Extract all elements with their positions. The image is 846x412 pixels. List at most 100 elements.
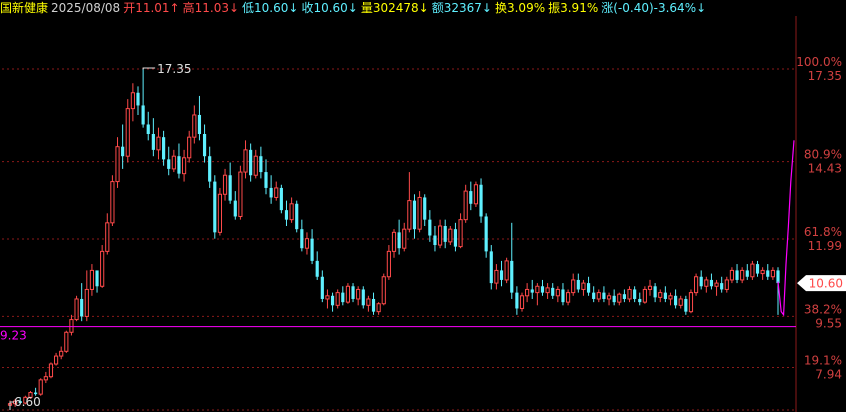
- candle-body: [69, 319, 74, 333]
- candle-body: [130, 92, 135, 110]
- candle-body: [335, 292, 340, 306]
- candle-body: [515, 292, 519, 309]
- candle-body: [755, 264, 760, 274]
- candle-body: [684, 298, 688, 312]
- candle-body: [295, 203, 299, 230]
- candle-body: [371, 298, 376, 312]
- candle-body: [565, 292, 571, 303]
- candle-body: [519, 295, 525, 309]
- candle-body: [633, 289, 637, 299]
- candle-body: [381, 276, 386, 305]
- candle-body: [402, 228, 407, 249]
- candle-body: [571, 279, 576, 294]
- candle-body: [714, 282, 719, 287]
- axis-price-label: 9.55: [815, 316, 842, 330]
- candle-body: [540, 286, 545, 293]
- candle-body: [688, 292, 694, 313]
- candle-body: [213, 181, 217, 233]
- candle-body: [228, 175, 232, 201]
- candle-body: [325, 295, 330, 300]
- candle-body: [417, 196, 422, 230]
- candle-body: [642, 288, 647, 303]
- candle-body: [304, 238, 310, 249]
- candle-body: [494, 269, 499, 284]
- candle-body: [453, 229, 458, 247]
- candle-body: [105, 222, 110, 252]
- candle-body: [469, 191, 473, 204]
- candle-body: [555, 288, 560, 297]
- candle-body: [740, 269, 745, 281]
- axis-pct-label: 80.9%: [804, 148, 842, 162]
- axis-price-label: 14.43: [808, 162, 842, 176]
- axis-price-label: 11.99: [808, 239, 842, 253]
- candle-body: [760, 269, 765, 275]
- candle-body: [766, 270, 770, 277]
- candle-body: [84, 288, 89, 317]
- candle-body: [437, 225, 443, 246]
- candle-body: [750, 263, 755, 278]
- candle-body: [217, 193, 223, 233]
- candle-body: [545, 287, 550, 294]
- current-price-label: 10.60: [809, 277, 843, 291]
- candle-body: [222, 174, 228, 195]
- candle-body: [720, 283, 724, 290]
- candle-body: [38, 379, 43, 395]
- candle-body: [181, 157, 187, 175]
- candle-body: [627, 288, 632, 300]
- candle-body: [709, 279, 714, 287]
- candle-body: [64, 331, 69, 352]
- axis-pct-label: 61.8%: [804, 225, 842, 239]
- candle-body: [407, 200, 412, 230]
- high-marker-label: 17.35: [157, 62, 191, 76]
- candle-body: [653, 286, 657, 298]
- axis-price-label: 7.94: [815, 367, 842, 381]
- candle-body: [729, 269, 735, 281]
- candle-body: [489, 251, 493, 284]
- candle-body: [647, 285, 653, 290]
- candle-body: [284, 210, 289, 220]
- candle-body: [776, 270, 780, 284]
- intraday-line: [777, 140, 795, 317]
- candle-body: [330, 295, 335, 306]
- candle-body: [197, 114, 202, 134]
- candle-body: [473, 184, 479, 205]
- candle-body: [658, 292, 663, 298]
- candle-body: [238, 171, 243, 217]
- candle-body: [74, 298, 79, 321]
- candle-body: [208, 156, 212, 182]
- candle-body: [606, 295, 612, 300]
- candle-body: [602, 292, 606, 299]
- candle-body: [735, 270, 739, 280]
- candle-body: [310, 238, 314, 261]
- candle-body: [376, 303, 381, 313]
- candle-body: [274, 187, 279, 198]
- candle-body: [162, 137, 166, 160]
- axis-pct-label: 100.0%: [796, 55, 842, 69]
- candle-body: [80, 298, 84, 317]
- candle-body: [300, 229, 304, 249]
- grid-lines: [2, 16, 797, 412]
- candle-body: [233, 200, 237, 217]
- candle-body: [243, 149, 248, 173]
- candle-body: [678, 298, 683, 306]
- candle-body: [423, 197, 427, 220]
- candle-body: [146, 124, 150, 134]
- candle-body: [345, 285, 351, 303]
- candlestick-chart: 17.356.609.2310.60 100.0%17.3580.9%14.43…: [0, 16, 846, 412]
- candle-body: [366, 298, 371, 306]
- candle-body: [177, 156, 181, 174]
- candle-body: [391, 231, 397, 252]
- candle-body: [704, 279, 709, 287]
- candle-body: [592, 292, 596, 299]
- candle-body: [412, 200, 417, 230]
- support-label: 9.23: [0, 329, 27, 343]
- candle-body: [115, 146, 120, 183]
- candle-body: [269, 187, 273, 198]
- candle-body: [53, 355, 59, 365]
- axis-price-label: 17.35: [808, 69, 842, 83]
- candle-body: [125, 108, 130, 157]
- candle-body: [561, 289, 565, 303]
- candle-body: [141, 105, 145, 125]
- candle-body: [34, 392, 38, 395]
- candle-body: [249, 149, 253, 176]
